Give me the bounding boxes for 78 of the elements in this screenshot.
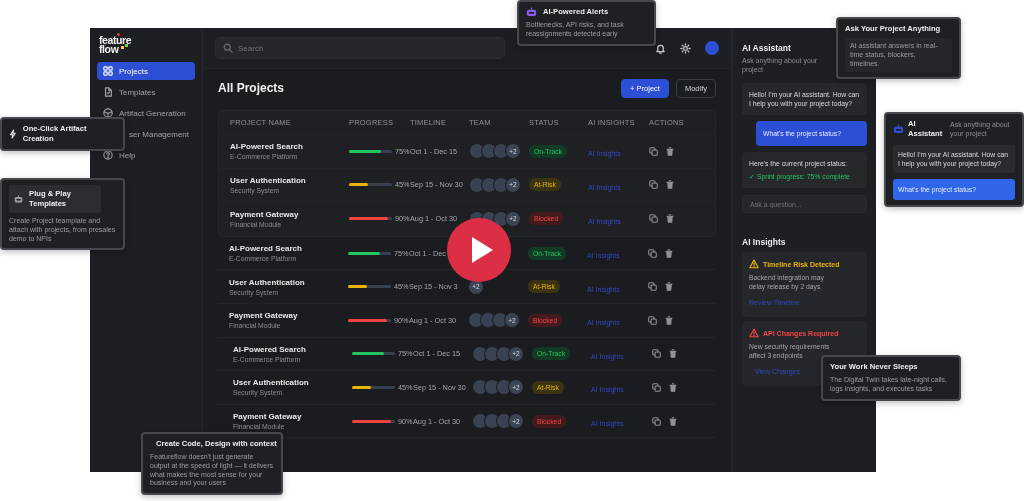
sidebar-item[interactable]: Artifact Generation <box>97 104 195 122</box>
copy-button[interactable] <box>652 382 661 392</box>
bell-icon <box>655 42 666 54</box>
project-name: User Authentication <box>229 277 306 287</box>
warning-icon <box>749 259 759 269</box>
sidebar-item[interactable]: Projects <box>97 62 195 80</box>
project-name: AI-Powered Search <box>230 142 304 152</box>
progress-bar <box>352 352 395 356</box>
help-icon <box>103 150 113 160</box>
copy-button[interactable] <box>648 248 657 258</box>
logo: feature flow <box>99 33 132 54</box>
avatar <box>469 176 485 193</box>
avatar <box>472 379 488 396</box>
page-title: All Projects <box>218 81 286 95</box>
progress-bar <box>349 217 392 221</box>
avatar <box>496 379 512 396</box>
project-name: Payment Gateway <box>230 210 300 219</box>
copy-button[interactable] <box>648 315 657 325</box>
avatar <box>480 312 496 329</box>
robot-icon <box>14 194 24 204</box>
avatar <box>469 143 485 160</box>
sidebar-item[interactable]: ser Management <box>127 125 195 143</box>
delete-button[interactable] <box>669 416 677 426</box>
copy-button[interactable] <box>649 180 658 190</box>
avatar <box>496 345 512 362</box>
avatar <box>484 345 500 362</box>
avatar <box>492 312 508 329</box>
progress-bar <box>349 149 392 153</box>
robot-icon <box>893 124 904 134</box>
project-name: User Authentication <box>233 378 310 388</box>
avatar <box>493 176 509 193</box>
delete-button[interactable] <box>666 214 674 224</box>
copy-button[interactable] <box>652 416 661 426</box>
avatar <box>484 413 500 430</box>
grid-icon <box>103 66 113 76</box>
delete-button[interactable] <box>665 282 673 292</box>
delete-button[interactable] <box>669 349 677 359</box>
delete-button[interactable] <box>666 180 674 190</box>
avatar <box>496 413 512 430</box>
project-name: AI-Powered Search <box>229 244 303 254</box>
progress-bar <box>352 419 395 423</box>
section-title: AI Insights <box>742 237 787 247</box>
sidebar-item[interactable]: Templates <box>97 83 195 101</box>
search-icon <box>223 43 233 53</box>
avatar <box>493 143 509 160</box>
avatar <box>472 413 488 430</box>
warning-icon <box>749 328 759 338</box>
delete-button[interactable] <box>666 146 674 156</box>
avatar <box>472 345 488 362</box>
project-name: Payment Gateway <box>233 412 303 422</box>
copy-button[interactable] <box>649 146 658 156</box>
project-name: User Authentication <box>230 175 307 185</box>
copy-button[interactable] <box>648 282 657 292</box>
user-avatar[interactable] <box>705 41 719 55</box>
lightning-icon <box>9 129 17 139</box>
progress-bar <box>348 318 391 322</box>
document-icon <box>103 87 113 97</box>
avatar <box>481 143 497 160</box>
delete-button[interactable] <box>665 315 673 325</box>
search-field[interactable]: Search <box>215 37 505 59</box>
project-name: Payment Gateway <box>229 311 299 321</box>
delete-button[interactable] <box>669 382 677 392</box>
avatar <box>468 312 484 329</box>
sun-icon <box>680 42 691 54</box>
play-button[interactable] <box>447 218 511 282</box>
robot-icon <box>526 7 537 17</box>
delete-button[interactable] <box>665 248 673 258</box>
progress-bar <box>352 385 395 389</box>
copy-button[interactable] <box>649 214 658 224</box>
avatar <box>481 176 497 193</box>
project-name: AI-Powered Search <box>233 344 307 354</box>
progress-bar <box>349 183 392 187</box>
avatar <box>484 379 500 396</box>
progress-bar <box>348 285 391 289</box>
panel-title: AI Assistant <box>742 43 791 53</box>
sidebar-item[interactable]: Help <box>97 146 195 164</box>
progress-bar <box>348 251 391 255</box>
copy-button[interactable] <box>652 349 661 359</box>
